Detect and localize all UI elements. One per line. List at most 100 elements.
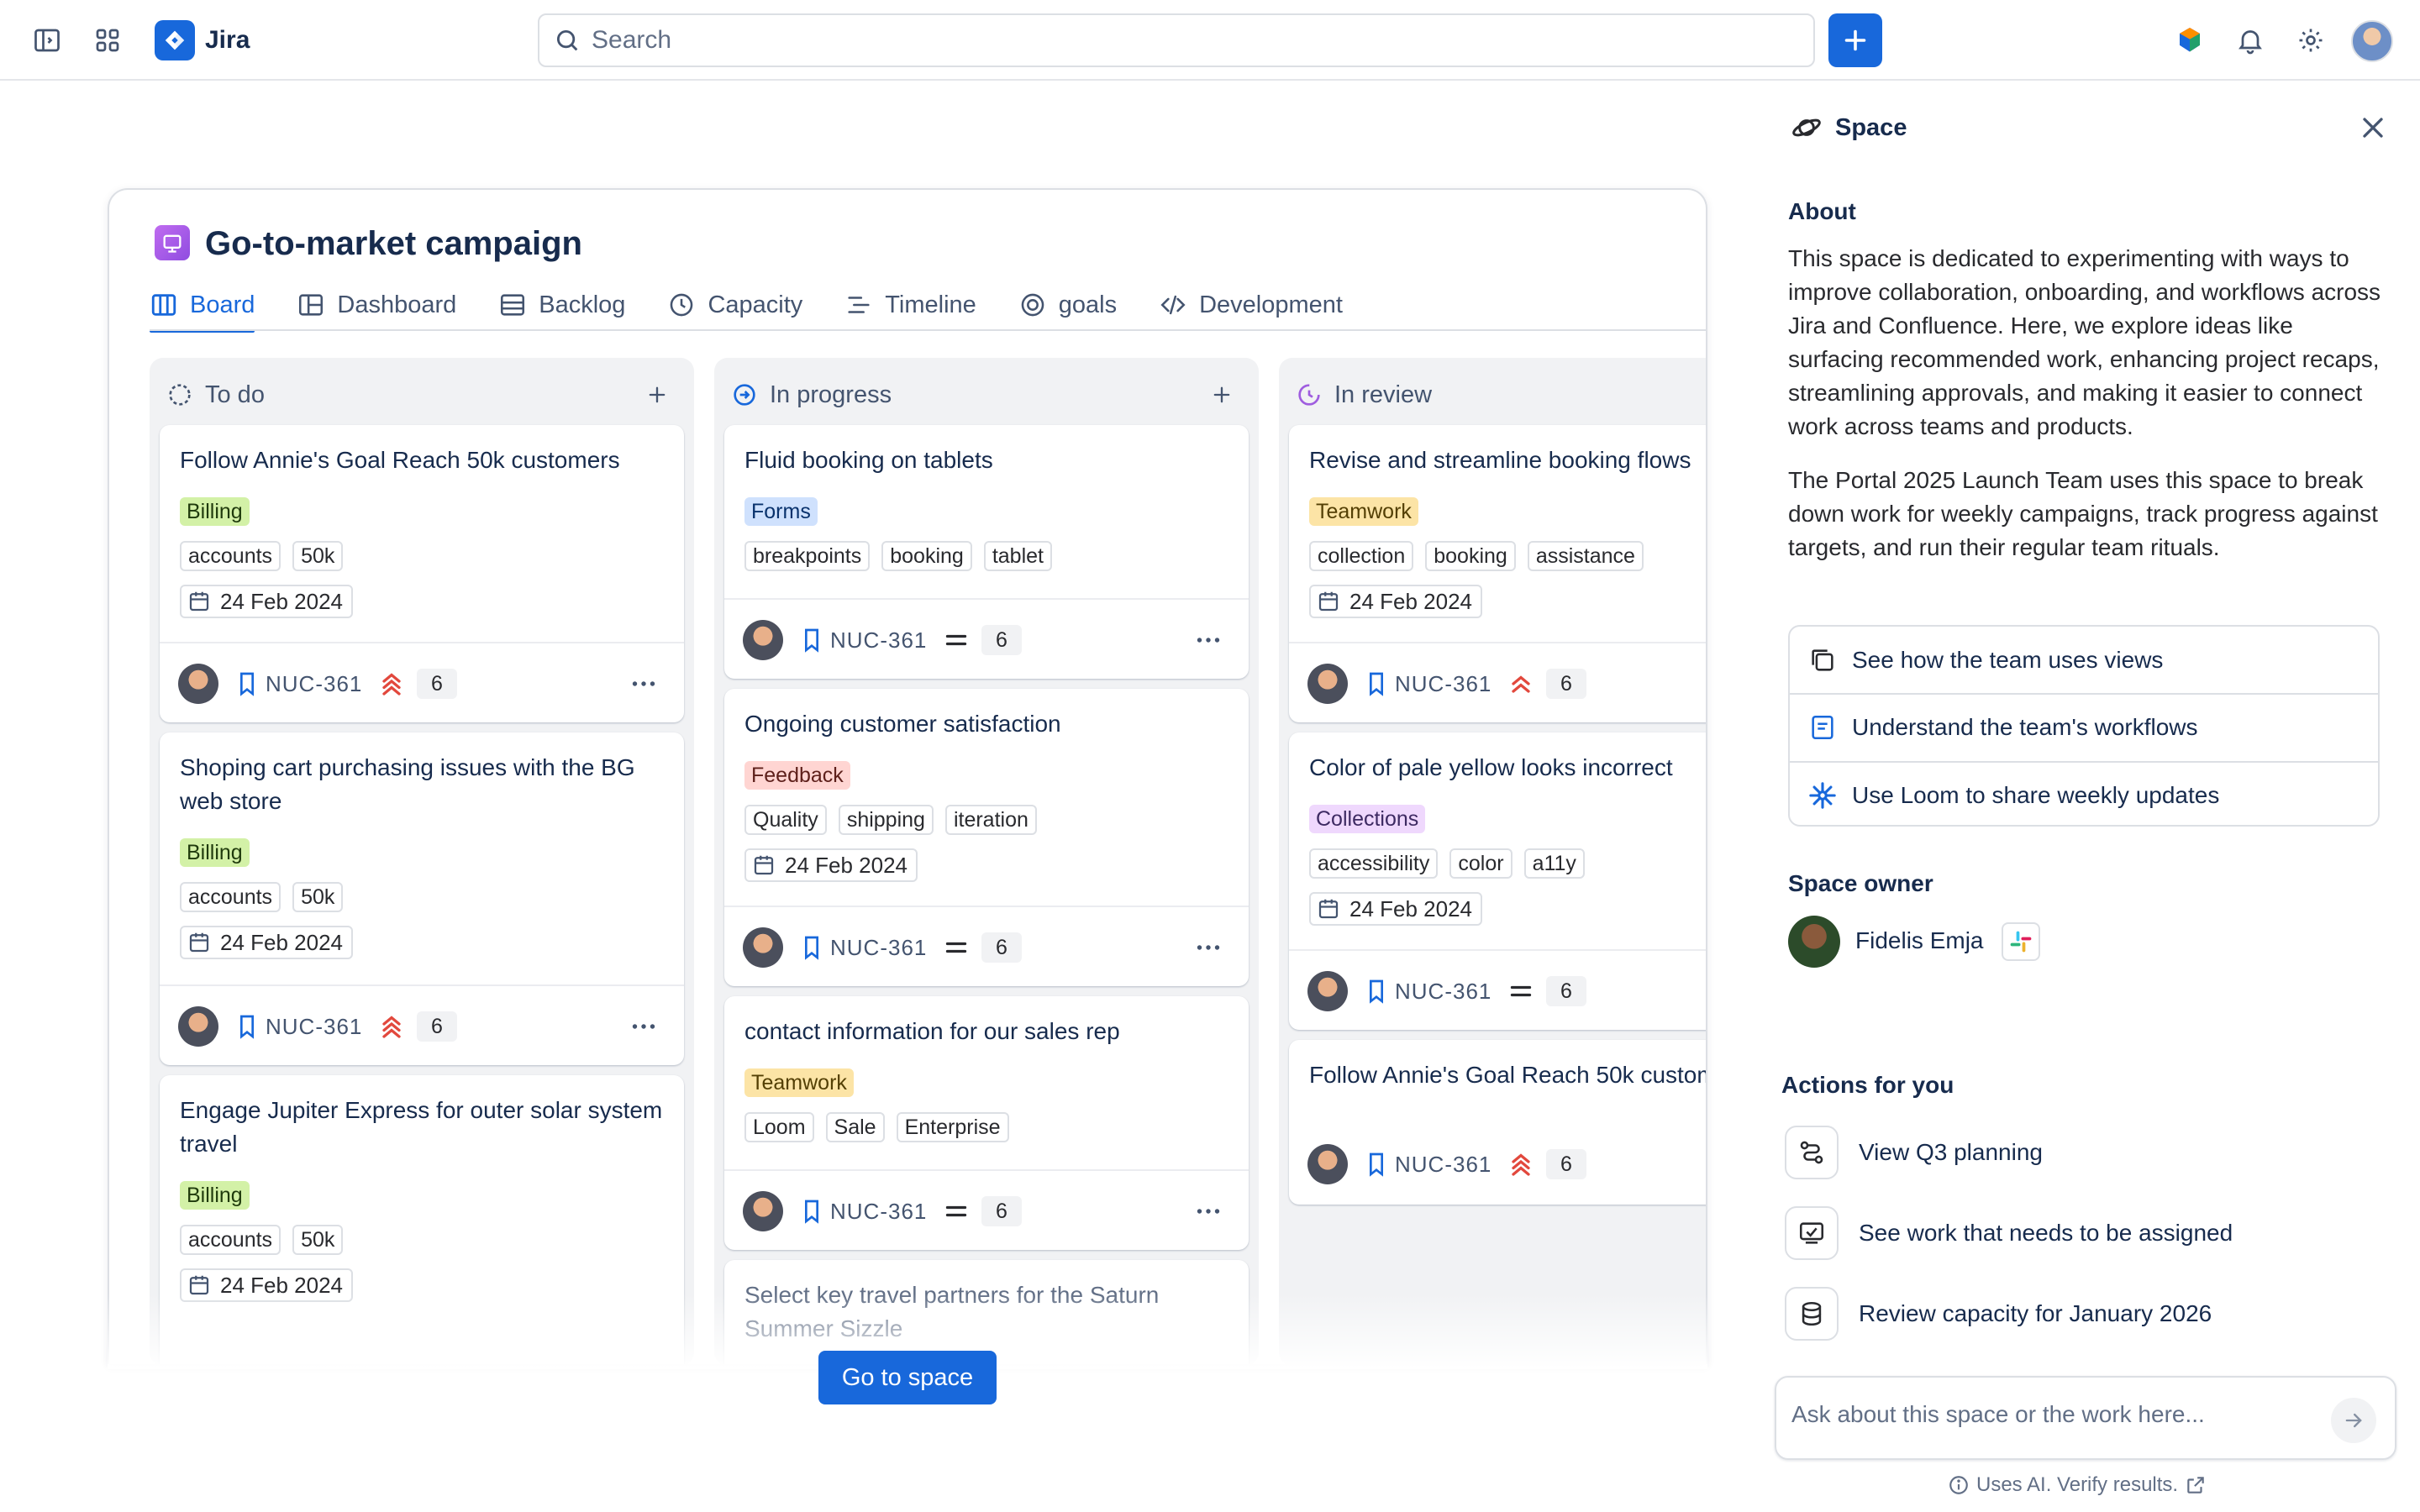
ask-ai-box: [1775, 1376, 2396, 1460]
send-button[interactable]: [2331, 1398, 2376, 1443]
code-icon: [1160, 295, 1186, 315]
assignee-avatar[interactable]: [1307, 1144, 1348, 1184]
story-points: 6: [1546, 1149, 1586, 1179]
card-tag: booking: [1425, 541, 1516, 571]
views-icon: [1812, 648, 1833, 671]
issue-card[interactable]: Revise and streamline booking flows Team…: [1289, 425, 1706, 722]
backlog-icon: [501, 294, 525, 316]
calendar-icon: [189, 591, 209, 612]
go-to-space-button[interactable]: Go to space: [818, 1351, 997, 1404]
sidebar-toggle-icon[interactable]: [29, 22, 66, 59]
issue-key[interactable]: NUC-361: [830, 931, 927, 964]
more-actions-icon[interactable]: [1192, 1196, 1225, 1226]
priority-medium-icon: [1510, 985, 1532, 997]
priority-medium-icon: [945, 942, 967, 953]
add-card-icon[interactable]: [1205, 378, 1239, 412]
app-switcher-icon[interactable]: [89, 22, 126, 59]
story-bookmark-icon: [1370, 672, 1383, 696]
card-label: Forms: [744, 497, 818, 526]
issue-card[interactable]: Follow Annie's Goal Reach 50k customers …: [160, 425, 684, 722]
column-title: In progress: [770, 381, 892, 408]
planet-space-icon: [1792, 118, 1821, 137]
owner-name[interactable]: Fidelis Emja: [1855, 924, 1983, 958]
assignee-avatar[interactable]: [1307, 971, 1348, 1011]
action-unassigned-work[interactable]: See work that needs to be assigned: [1785, 1206, 2233, 1260]
top-navigation: Jira: [0, 0, 2420, 81]
priority-medium-icon: [945, 634, 967, 646]
tab-dashboard[interactable]: Dashboard: [297, 281, 456, 329]
assignee-avatar[interactable]: [743, 620, 783, 660]
more-actions-icon[interactable]: [1192, 932, 1225, 963]
search-bar[interactable]: [538, 13, 1815, 67]
rovo-icon[interactable]: [2171, 22, 2208, 59]
issue-card[interactable]: contact information for our sales rep Te…: [724, 996, 1249, 1250]
board-icon: [151, 294, 176, 316]
card-tag: Quality: [744, 805, 827, 835]
in-progress-status-icon: [734, 384, 755, 406]
story-points: 6: [1546, 669, 1586, 699]
action-review-capacity[interactable]: Review capacity for January 2026: [1785, 1287, 2212, 1341]
search-input[interactable]: [592, 26, 1768, 55]
issue-key[interactable]: NUC-361: [1395, 667, 1491, 701]
assignee-avatar[interactable]: [178, 1006, 218, 1047]
card-label: Teamwork: [1309, 497, 1418, 526]
actions-heading: Actions for you: [1781, 1072, 1954, 1098]
app-name[interactable]: Jira: [205, 24, 250, 57]
about-paragraph: The Portal 2025 Launch Team uses this sp…: [1788, 467, 2378, 560]
column-title: In review: [1334, 381, 1433, 408]
tab-capacity[interactable]: Capacity: [667, 281, 802, 329]
tab-board[interactable]: Board: [150, 281, 255, 333]
notifications-bell-icon[interactable]: [2232, 22, 2269, 59]
card-title: Revise and streamline booking flows: [1309, 447, 1691, 473]
assignee-avatar[interactable]: [743, 1191, 783, 1231]
action-view-q3-planning[interactable]: View Q3 planning: [1785, 1126, 2043, 1179]
assignee-avatar[interactable]: [743, 927, 783, 968]
issue-key[interactable]: NUC-361: [266, 1010, 362, 1043]
issue-key[interactable]: NUC-361: [1395, 974, 1491, 1008]
card-footer: NUC-361 6: [160, 642, 684, 722]
issue-key[interactable]: NUC-361: [830, 1194, 927, 1228]
issue-card[interactable]: Color of pale yellow looks incorrect Col…: [1289, 732, 1706, 1030]
tab-timeline[interactable]: Timeline: [844, 281, 976, 329]
issue-card[interactable]: Fluid booking on tablets Forms breakpoin…: [724, 425, 1249, 679]
arrow-right-icon: [2345, 1413, 2362, 1428]
slack-icon[interactable]: [2002, 922, 2040, 961]
issue-card[interactable]: Follow Annie's Goal Reach 50k customers …: [1289, 1040, 1706, 1205]
create-button[interactable]: [1828, 13, 1882, 67]
more-actions-icon[interactable]: [627, 669, 660, 699]
more-actions-icon[interactable]: [627, 1011, 660, 1042]
tab-goals[interactable]: goals: [1018, 281, 1117, 329]
card-tag: Enterprise: [896, 1112, 1009, 1142]
more-actions-icon[interactable]: [1192, 625, 1225, 655]
issue-key[interactable]: NUC-361: [1395, 1147, 1491, 1181]
space-owner-heading: Space owner: [1788, 870, 1933, 896]
card-label: Billing: [180, 1181, 250, 1210]
calendar-icon: [189, 932, 209, 953]
owner-avatar[interactable]: [1788, 916, 1840, 968]
external-link-icon[interactable]: [2185, 1474, 2207, 1496]
ask-ai-input[interactable]: [1791, 1401, 2312, 1428]
link-loom-updates[interactable]: Use Loom to share weekly updates: [1790, 761, 2378, 827]
card-title: Ongoing customer satisfaction: [744, 711, 1061, 737]
card-footer: NUC-361 6: [160, 984, 684, 1065]
jira-logo-icon[interactable]: [155, 20, 195, 60]
link-team-workflows[interactable]: Understand the team's workflows: [1790, 693, 2378, 759]
tab-development[interactable]: Development: [1159, 281, 1343, 329]
add-card-icon[interactable]: [640, 378, 674, 412]
link-team-views[interactable]: See how the team uses views: [1790, 627, 2378, 693]
close-icon[interactable]: [2356, 111, 2390, 144]
issue-card[interactable]: Shoping cart purchasing issues with the …: [160, 732, 684, 1065]
assignee-avatar[interactable]: [1307, 664, 1348, 704]
tab-backlog[interactable]: Backlog: [498, 281, 625, 329]
due-date: 24 Feb 2024: [1309, 892, 1483, 926]
assignee-avatar[interactable]: [178, 664, 218, 704]
issue-card[interactable]: Ongoing customer satisfaction Feedback Q…: [724, 689, 1249, 986]
priority-high-icon: [1512, 675, 1530, 693]
issue-key[interactable]: NUC-361: [830, 623, 927, 657]
user-avatar[interactable]: [2351, 20, 2393, 62]
story-bookmark-icon: [805, 628, 818, 653]
ai-disclaimer: Uses AI. Verify results.: [1948, 1472, 2207, 1499]
card-tag: shipping: [838, 805, 934, 835]
settings-gear-icon[interactable]: [2292, 22, 2329, 59]
issue-key[interactable]: NUC-361: [266, 667, 362, 701]
